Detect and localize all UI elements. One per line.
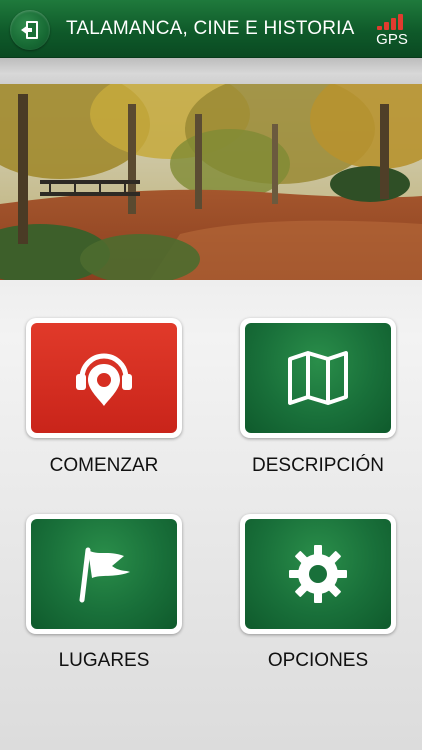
- gear-icon: [289, 545, 347, 603]
- gps-signal-icon: [377, 12, 409, 30]
- flag-icon: [79, 547, 130, 603]
- header-shadow-strip: [0, 58, 422, 84]
- gps-label: GPS: [376, 31, 408, 48]
- opciones-tile: [245, 519, 391, 629]
- app-title: TALAMANCA, CINE E HISTORIA: [66, 18, 355, 39]
- app-header: TALAMANCA, CINE E HISTORIA GPS: [0, 0, 422, 58]
- comenzar-tile: [31, 323, 177, 433]
- opciones-button[interactable]: [240, 514, 396, 634]
- opciones-label: OPCIONES: [267, 650, 369, 671]
- audio-guide-pin-icon: [76, 353, 132, 406]
- comenzar-label: COMENZAR: [49, 455, 159, 476]
- hero-image: [0, 84, 422, 280]
- descripcion-tile: [245, 323, 391, 433]
- descripcion-button[interactable]: [240, 318, 396, 438]
- lugares-tile: [31, 519, 177, 629]
- autumn-park-photo: [0, 84, 422, 280]
- lugares-button[interactable]: [26, 514, 182, 634]
- comenzar-button[interactable]: [26, 318, 182, 438]
- descripcion-label: DESCRIPCIÓN: [252, 455, 384, 476]
- lugares-label: LUGARES: [58, 650, 150, 671]
- exit-door-icon: [21, 21, 38, 39]
- gps-indicator: GPS: [374, 10, 410, 48]
- exit-button[interactable]: [10, 10, 50, 50]
- map-icon: [288, 351, 348, 405]
